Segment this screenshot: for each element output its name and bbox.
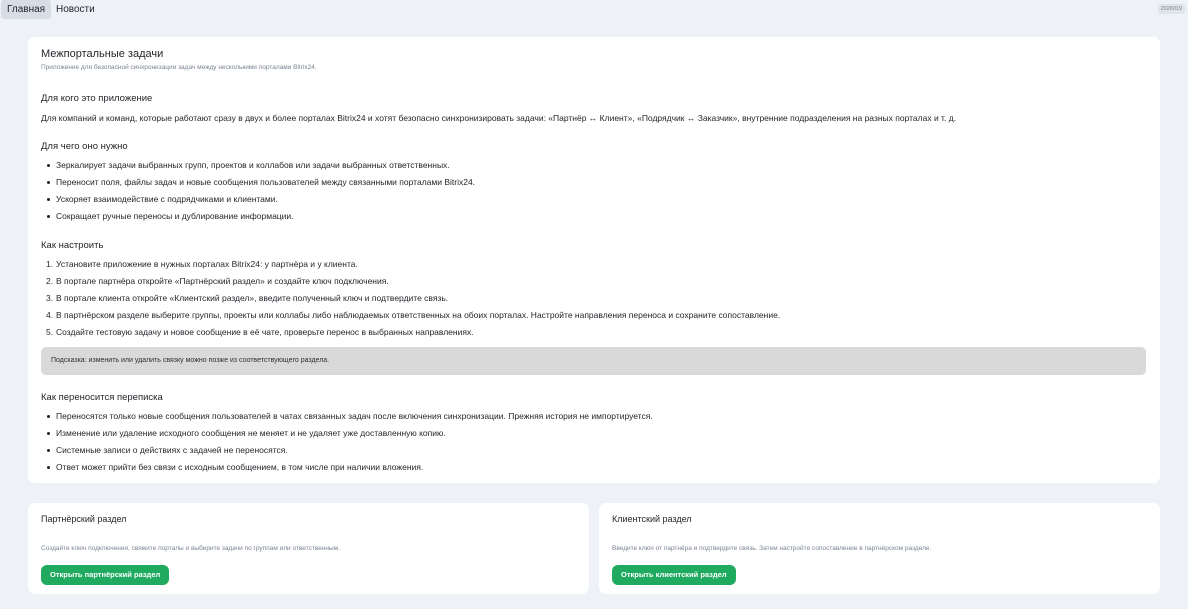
audience-heading: Для кого это приложение [41, 93, 153, 104]
setup-heading: Как настроить [41, 240, 104, 251]
list-item: Переносятся только новые сообщения польз… [41, 408, 1151, 425]
list-item: Переносит поля, файлы задач и новые сооб… [41, 174, 1151, 191]
step-text: Создайте тестовую задачу и новое сообщен… [56, 327, 474, 337]
setup-steps: 1. Установите приложение в нужных портала… [41, 256, 1151, 341]
step-text: В портале клиента откройте «Клиентский р… [56, 293, 449, 303]
partner-description: Создайте ключ подключения, свяжите порта… [41, 545, 340, 552]
step-text: В портале партнёра откройте «Партнёрский… [56, 276, 389, 286]
purpose-heading: Для чего оно нужно [41, 141, 128, 152]
setup-section: Как настроить 1. Установите приложение в … [41, 240, 1151, 341]
partner-card: Партнёрский раздел Создайте ключ подключ… [28, 503, 589, 594]
audience-section: Для кого это приложение Для компаний и к… [41, 93, 1151, 124]
audience-text: Для компаний и команд, которые работают … [41, 113, 957, 123]
list-item: Ответ может прийти без связи с исходным … [41, 459, 1151, 476]
list-item: 2. В портале партнёра откройте «Партнёрск… [46, 276, 389, 286]
list-item: Ускоряет взаимодействие с подрядчиками и… [41, 191, 1151, 208]
list-item: 5. Создайте тестовую задачу и новое сообщ… [46, 327, 474, 337]
list-item: 3. В портале клиента откройте «Клиентский… [46, 293, 449, 303]
open-partner-button[interactable]: Открыть партнёрский раздел [41, 565, 170, 585]
chat-section: Как переносится переписка Переносятся то… [41, 392, 1151, 476]
page-subtitle: Приложение для безопасной синхронизации … [41, 64, 317, 71]
chat-list: Переносятся только новые сообщения польз… [41, 408, 1151, 476]
list-item: Зеркалирует задачи выбранных групп, прое… [41, 157, 1151, 174]
open-client-button[interactable]: Открыть клиентский раздел [612, 565, 736, 585]
client-description: Введите ключ от партнёра и подтвердите с… [612, 545, 932, 552]
step-text: Установите приложение в нужных порталах … [56, 259, 358, 269]
main-card: Межпортальные задачи Приложение для безо… [28, 37, 1160, 483]
tab-home[interactable]: Главная [1, 0, 52, 19]
tab-news[interactable]: Новости [50, 0, 101, 19]
list-item: 1. Установите приложение в нужных портала… [46, 259, 358, 269]
list-item: 4. В партнёрском разделе выберите группы,… [46, 310, 781, 320]
list-item: Сокращает ручные переносы и дублирование… [41, 208, 1151, 225]
client-card: Клиентский раздел Введите ключ от партнё… [599, 503, 1160, 594]
list-item: Системные записи о действиях с задачей н… [41, 442, 1151, 459]
hint-box: Подсказка: изменить или удалить связку м… [41, 347, 1146, 375]
page-title: Межпортальные задачи [41, 48, 164, 60]
version-badge: 2026019 [1157, 4, 1185, 14]
client-title: Клиентский раздел [612, 514, 692, 524]
purpose-list: Зеркалирует задачи выбранных групп, прое… [41, 157, 1151, 225]
partner-title: Партнёрский раздел [41, 514, 127, 524]
top-nav: Главная Новости 2026019 [0, 0, 1188, 20]
list-item: Изменение или удаление исходного сообщен… [41, 425, 1151, 442]
purpose-section: Для чего оно нужно Зеркалирует задачи вы… [41, 141, 1151, 225]
chat-heading: Как переносится переписка [41, 392, 163, 403]
step-text: В партнёрском разделе выберите группы, п… [56, 310, 781, 320]
